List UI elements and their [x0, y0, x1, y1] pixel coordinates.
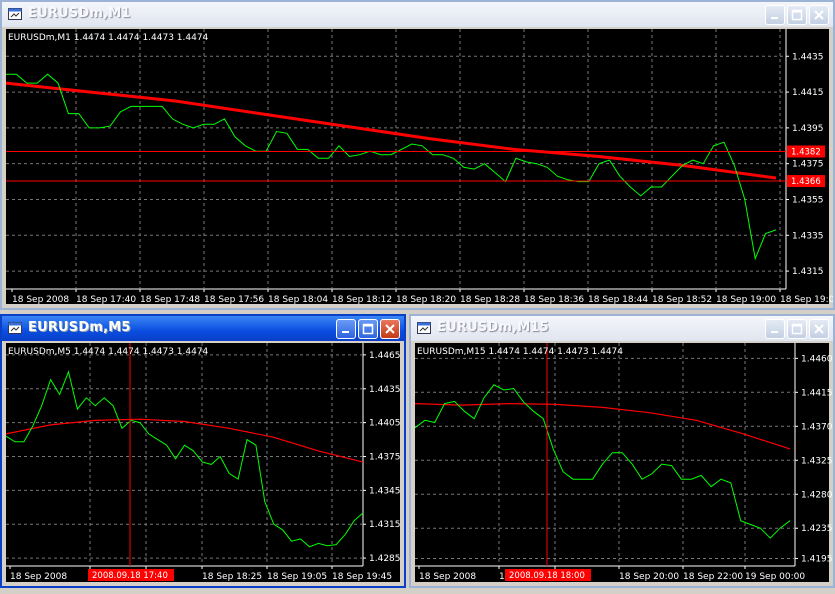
time-tick-label: 18 Sep 18:12 — [332, 295, 392, 305]
crosshair-time-label: 2008.09.18 17:40 — [92, 571, 168, 581]
time-tick-label: 18 Sep 2008 — [12, 295, 69, 305]
window-title: EURUSDm,M1 — [28, 6, 131, 21]
maximize-button[interactable] — [787, 5, 807, 25]
title-bar[interactable]: EURUSDm,M5 — [2, 316, 404, 341]
window-title: EURUSDm,M5 — [28, 320, 131, 335]
price-tick-label: 1.4435 — [369, 385, 401, 395]
symbol-info-label: EURUSDm,M15 1.4474 1.4474 1.4473 1.4474 — [417, 347, 623, 357]
chart-area[interactable]: 1.4465 1.4435 1.4405 1.4375 1.4345 1.4315 1.42… — [6, 343, 401, 582]
price-line — [6, 370, 364, 548]
price-tick-label: 1.4375 — [792, 160, 824, 170]
price-tick-label: 1.4345 — [369, 486, 401, 496]
chart-window-m15[interactable]: EURUSDm,M15 1.4460 1.4415 1.4370 1.4325 1.42… — [409, 314, 835, 588]
time-tick-label: 18 Sep 18:04 — [268, 295, 328, 305]
price-tick-label: 1.4195 — [801, 554, 833, 564]
time-tick-label: 18 Sep 18:52 — [652, 295, 712, 305]
price-tick-label: 1.4395 — [792, 124, 824, 134]
price-tick-label: 1.4235 — [801, 524, 833, 534]
title-bar[interactable]: EURUSDm,M1 — [2, 2, 833, 27]
price-tick-label: 1.4315 — [792, 267, 824, 277]
title-bar[interactable]: EURUSDm,M15 — [411, 316, 833, 341]
price-tick-label: 1.4375 — [369, 453, 401, 463]
chart-area[interactable]: 1.4460 1.4415 1.4370 1.4325 1.4280 1.4235 1.41… — [415, 343, 833, 582]
time-tick-label: 18 Sep 18:28 — [460, 295, 520, 305]
price-chart: 1.4435 1.4415 1.4395 1.4375 1.4355 1.4335 1.43… — [6, 29, 833, 305]
chart-window-icon — [8, 322, 22, 334]
price-tick-label: 1.4460 — [801, 354, 833, 364]
time-tick-label: 18 Sep 18:20 — [396, 295, 456, 305]
time-tick-label: 19 Sep 00:00 — [745, 572, 805, 582]
chart-window-icon — [417, 322, 431, 334]
chart-area[interactable]: 1.4435 1.4415 1.4395 1.4375 1.4355 1.4335 1.43… — [6, 29, 833, 305]
price-tag-label: 1.4366 — [791, 177, 821, 187]
time-tick-label: 18 Sep 18:36 — [524, 295, 584, 305]
chart-window-icon — [8, 8, 22, 20]
price-tick-label: 1.4415 — [801, 388, 833, 398]
price-chart: 1.4460 1.4415 1.4370 1.4325 1.4280 1.4235 1.41… — [415, 343, 833, 582]
time-tick-label: 18 Sep 17:56 — [204, 295, 264, 305]
time-tick-label: 18 Sep 18:25 — [202, 572, 262, 582]
moving-average-line — [6, 418, 364, 463]
price-line — [6, 73, 777, 261]
minimize-button[interactable] — [336, 319, 356, 339]
time-tick-label: 18 Sep 19:08 — [780, 295, 833, 305]
price-tick-label: 1.4280 — [801, 490, 833, 500]
price-tick-label: 1.4370 — [801, 422, 833, 432]
time-tick-label: 18 Sep 19:00 — [716, 295, 776, 305]
price-tag-label: 1.4382 — [791, 148, 821, 158]
close-button[interactable] — [809, 319, 829, 339]
time-tick-label: 18 Sep 19:05 — [267, 572, 327, 582]
price-chart: 1.4465 1.4435 1.4405 1.4375 1.4345 1.4315 1.42… — [6, 343, 401, 582]
maximize-button[interactable] — [787, 319, 807, 339]
time-tick-label: 18 Sep 22:00 — [683, 572, 743, 582]
chart-window-m1[interactable]: EURUSDm,M1 1.4435 1.4415 1.4395 1.4375 1.435… — [0, 0, 835, 310]
symbol-info-label: EURUSDm,M5 1.4474 1.4474 1.4473 1.4474 — [8, 347, 209, 357]
time-tick-label: 18 Sep 2008 — [10, 572, 67, 582]
chart-window-m5[interactable]: EURUSDm,M5 1.4465 1.4435 1.4405 1.4375 1.434… — [0, 314, 406, 588]
price-tick-label: 1.4355 — [792, 195, 824, 205]
time-tick-label: 18 Sep 20:00 — [619, 572, 679, 582]
price-tick-label: 1.4325 — [801, 456, 833, 466]
time-tick-label: 18 Sep 17:40 — [76, 295, 136, 305]
time-tick-label: 18 Sep 19:45 — [332, 572, 392, 582]
price-tick-label: 1.4465 — [369, 351, 401, 361]
price-tick-label: 1.4285 — [369, 554, 401, 564]
price-tick-label: 1.4435 — [792, 52, 824, 62]
price-tick-label: 1.4315 — [369, 520, 401, 530]
crosshair-time-label: 2008.09.18 18:00 — [509, 571, 585, 581]
price-tick-label: 1.4335 — [792, 231, 824, 241]
window-title: EURUSDm,M15 — [437, 320, 549, 335]
price-tick-label: 1.4415 — [792, 88, 824, 98]
minimize-button[interactable] — [765, 5, 785, 25]
minimize-button[interactable] — [765, 319, 785, 339]
close-button[interactable] — [809, 5, 829, 25]
maximize-button[interactable] — [358, 319, 378, 339]
time-tick-label: 18 Sep 2008 — [419, 572, 476, 582]
time-tick-label: 18 Sep 17:48 — [140, 295, 200, 305]
time-tick-label: 18 Sep 18:44 — [588, 295, 648, 305]
symbol-info-label: EURUSDm,M1 1.4474 1.4474 1.4473 1.4474 — [8, 33, 209, 43]
close-button[interactable] — [380, 319, 400, 339]
price-tick-label: 1.4405 — [369, 419, 401, 429]
